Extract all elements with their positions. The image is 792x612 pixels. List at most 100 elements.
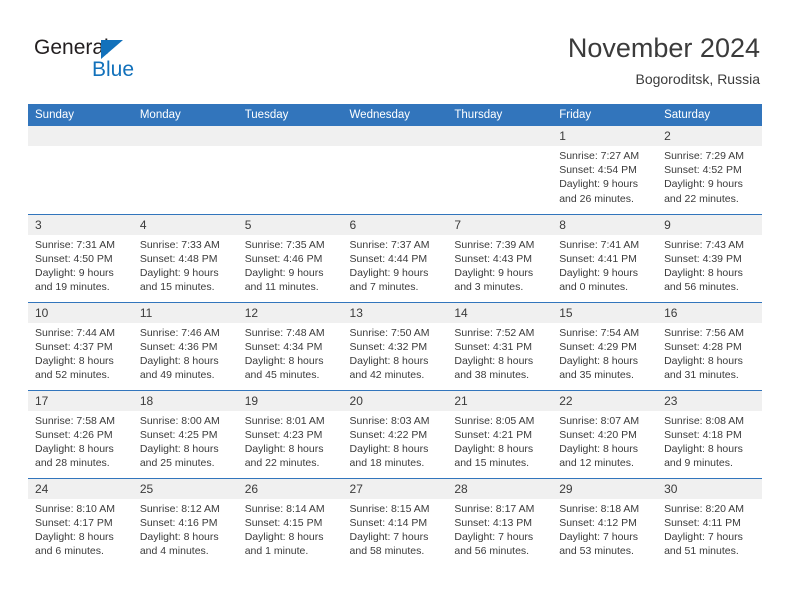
calendar-day-cell[interactable]: 30 Sunrise: 8:20 AM Sunset: 4:11 PM Dayligh…	[657, 477, 762, 566]
day-info: Sunrise: 7:46 AM Sunset: 4:36 PM Daylight:…	[133, 323, 238, 383]
calendar-day-cell[interactable]: 16 Sunrise: 7:56 AM Sunset: 4:28 PM Dayligh…	[657, 301, 762, 390]
calendar-day-cell[interactable]: 17 Sunrise: 7:58 AM Sunset: 4:26 PM Dayligh…	[28, 389, 133, 478]
day-info: Sunrise: 7:52 AM Sunset: 4:31 PM Daylight:…	[447, 323, 552, 383]
calendar-day-cell[interactable]: 6 Sunrise: 7:37 AM Sunset: 4:44 PM Daylight…	[342, 213, 448, 302]
calendar-day-cell[interactable]: 15 Sunrise: 7:54 AM Sunset: 4:29 PM Dayligh…	[552, 301, 658, 390]
daylight-text: Daylight: 8 hours and 18 minutes.	[349, 442, 429, 470]
sunset-text: Sunset: 4:23 PM	[244, 428, 323, 441]
calendar-day-cell[interactable]: 18 Sunrise: 8:00 AM Sunset: 4:25 PM Dayligh…	[132, 389, 238, 478]
day-info: Sunrise: 8:00 AM Sunset: 4:25 PM Daylight:…	[133, 411, 238, 471]
daylight-text: Daylight: 8 hours and 6 minutes.	[35, 530, 114, 558]
day-info: Sunrise: 7:56 AM Sunset: 4:28 PM Daylight:…	[657, 323, 762, 383]
calendar-day-cell[interactable]: 29 Sunrise: 8:18 AM Sunset: 4:12 PM Dayligh…	[552, 477, 658, 566]
calendar-day-cell[interactable]: 22 Sunrise: 8:07 AM Sunset: 4:20 PM Dayligh…	[552, 389, 658, 478]
day-number: 18	[132, 390, 238, 411]
sunrise-text: Sunrise: 7:31 AM	[35, 238, 115, 251]
day-number: 25	[132, 478, 238, 499]
daylight-text: Daylight: 8 hours and 49 minutes.	[139, 354, 219, 382]
day-number	[342, 126, 448, 146]
calendar-week-row: 3 Sunrise: 7:31 AM Sunset: 4:50 PM Daylight…	[28, 213, 762, 302]
calendar-day-cell[interactable]: 20 Sunrise: 8:03 AM Sunset: 4:22 PM Dayligh…	[342, 389, 448, 478]
sunset-text: Sunset: 4:37 PM	[35, 340, 113, 353]
sunrise-text: Sunrise: 7:50 AM	[349, 326, 430, 339]
calendar-day-cell-empty	[342, 126, 448, 214]
calendar-day-cell[interactable]: 24 Sunrise: 8:10 AM Sunset: 4:17 PM Dayligh…	[28, 477, 133, 566]
day-info: Sunrise: 7:44 AM Sunset: 4:37 PM Daylight:…	[28, 323, 133, 383]
calendar-day-cell[interactable]: 26 Sunrise: 8:14 AM Sunset: 4:15 PM Dayligh…	[237, 477, 343, 566]
calendar-day-cell[interactable]: 19 Sunrise: 8:01 AM Sunset: 4:23 PM Dayligh…	[237, 389, 343, 478]
calendar-day-cell[interactable]: 2 Sunrise: 7:29 AM Sunset: 4:52 PM Daylight…	[657, 126, 762, 214]
logo[interactable]: General Blue	[34, 36, 194, 88]
calendar-day-cell[interactable]: 1 Sunrise: 7:27 AM Sunset: 4:54 PM Daylight…	[552, 126, 658, 214]
day-number: 24	[28, 478, 133, 499]
daylight-text: Daylight: 9 hours and 15 minutes.	[139, 266, 219, 294]
sunset-text: Sunset: 4:11 PM	[664, 516, 741, 529]
sunset-text: Sunset: 4:43 PM	[454, 252, 533, 265]
sunrise-text: Sunrise: 7:27 AM	[559, 150, 640, 162]
calendar-day-cell[interactable]: 12 Sunrise: 7:48 AM Sunset: 4:34 PM Dayligh…	[237, 301, 343, 390]
day-info: Sunrise: 8:15 AM Sunset: 4:14 PM Daylight:…	[343, 499, 448, 559]
daylight-text: Daylight: 7 hours and 53 minutes.	[559, 530, 639, 558]
calendar-day-cell[interactable]: 5 Sunrise: 7:35 AM Sunset: 4:46 PM Daylight…	[237, 213, 343, 302]
calendar-day-cell[interactable]: 21 Sunrise: 8:05 AM Sunset: 4:21 PM Dayligh…	[447, 389, 553, 478]
daylight-text: Daylight: 9 hours and 11 minutes.	[244, 266, 324, 294]
sunset-text: Sunset: 4:29 PM	[559, 340, 637, 353]
day-number: 21	[447, 390, 553, 411]
sunset-text: Sunset: 4:31 PM	[454, 340, 533, 353]
calendar-day-cell[interactable]: 3 Sunrise: 7:31 AM Sunset: 4:50 PM Daylight…	[28, 213, 133, 302]
logo-text-general: General	[34, 36, 109, 59]
day-info: Sunrise: 8:20 AM Sunset: 4:11 PM Daylight:…	[657, 499, 762, 559]
calendar-day-cell[interactable]: 9 Sunrise: 7:43 AM Sunset: 4:39 PM Daylight…	[657, 213, 762, 302]
day-number	[132, 126, 238, 146]
calendar-week-row: 17 Sunrise: 7:58 AM Sunset: 4:26 PM Dayligh…	[28, 389, 762, 478]
calendar-day-cell[interactable]: 25 Sunrise: 8:12 AM Sunset: 4:16 PM Dayligh…	[132, 477, 238, 566]
calendar-day-cell[interactable]: 10 Sunrise: 7:44 AM Sunset: 4:37 PM Dayligh…	[28, 301, 133, 390]
sunset-text: Sunset: 4:26 PM	[35, 428, 113, 441]
sunrise-text: Sunrise: 8:07 AM	[559, 414, 640, 427]
calendar-day-cell[interactable]: 13 Sunrise: 7:50 AM Sunset: 4:32 PM Dayligh…	[342, 301, 448, 390]
sunset-text: Sunset: 4:22 PM	[349, 428, 428, 441]
sunrise-text: Sunrise: 8:20 AM	[664, 502, 745, 515]
weekday-header-sunday: Sunday	[28, 104, 133, 126]
calendar-day-cell[interactable]: 28 Sunrise: 8:17 AM Sunset: 4:13 PM Dayligh…	[447, 477, 553, 566]
calendar-day-cell-empty	[132, 126, 238, 214]
sunrise-text: Sunrise: 7:48 AM	[244, 326, 325, 339]
sunrise-text: Sunrise: 7:33 AM	[139, 238, 220, 251]
day-number: 15	[552, 302, 658, 323]
sunset-text: Sunset: 4:17 PM	[35, 516, 113, 529]
sunrise-text: Sunrise: 7:56 AM	[664, 326, 745, 339]
calendar-day-cell[interactable]: 23 Sunrise: 8:08 AM Sunset: 4:18 PM Dayligh…	[657, 389, 762, 478]
calendar-day-cell[interactable]: 4 Sunrise: 7:33 AM Sunset: 4:48 PM Daylight…	[132, 213, 238, 302]
day-number: 5	[237, 214, 343, 235]
day-number: 19	[237, 390, 343, 411]
day-number: 29	[552, 478, 658, 499]
sunset-text: Sunset: 4:54 PM	[559, 164, 637, 177]
sunset-text: Sunset: 4:20 PM	[559, 428, 637, 441]
daylight-text: Daylight: 8 hours and 22 minutes.	[244, 442, 324, 470]
weekday-header-wednesday: Wednesday	[342, 104, 448, 126]
day-info: Sunrise: 8:17 AM Sunset: 4:13 PM Daylight:…	[447, 499, 552, 559]
calendar-day-cell[interactable]: 8 Sunrise: 7:41 AM Sunset: 4:41 PM Daylight…	[552, 213, 658, 302]
day-info: Sunrise: 8:03 AM Sunset: 4:22 PM Daylight:…	[343, 411, 448, 471]
calendar-day-cell[interactable]: 11 Sunrise: 7:46 AM Sunset: 4:36 PM Dayligh…	[132, 301, 238, 390]
sunrise-text: Sunrise: 7:54 AM	[559, 326, 640, 339]
day-number: 17	[28, 390, 133, 411]
sunset-text: Sunset: 4:46 PM	[244, 252, 323, 265]
calendar-day-cell[interactable]: 14 Sunrise: 7:52 AM Sunset: 4:31 PM Dayligh…	[447, 301, 553, 390]
page-title: November 2024	[567, 33, 760, 63]
day-info: Sunrise: 7:39 AM Sunset: 4:43 PM Daylight:…	[447, 235, 552, 295]
daylight-text: Daylight: 9 hours and 19 minutes.	[35, 266, 114, 294]
day-number: 23	[657, 390, 762, 411]
calendar-week-row: 10 Sunrise: 7:44 AM Sunset: 4:37 PM Dayligh…	[28, 301, 762, 390]
sunset-text: Sunset: 4:34 PM	[244, 340, 323, 353]
day-number	[237, 126, 343, 146]
day-number: 14	[447, 302, 553, 323]
day-info: Sunrise: 8:07 AM Sunset: 4:20 PM Daylight:…	[552, 411, 657, 471]
sunset-text: Sunset: 4:21 PM	[454, 428, 533, 441]
title-block: November 2024 Bogoroditsk, Russia	[568, 32, 760, 88]
day-number: 6	[342, 214, 448, 235]
sunset-text: Sunset: 4:25 PM	[139, 428, 218, 441]
daylight-text: Daylight: 7 hours and 51 minutes.	[664, 530, 743, 558]
calendar-day-cell[interactable]: 27 Sunrise: 8:15 AM Sunset: 4:14 PM Dayligh…	[342, 477, 448, 566]
calendar-day-cell[interactable]: 7 Sunrise: 7:39 AM Sunset: 4:43 PM Daylight…	[447, 213, 553, 302]
